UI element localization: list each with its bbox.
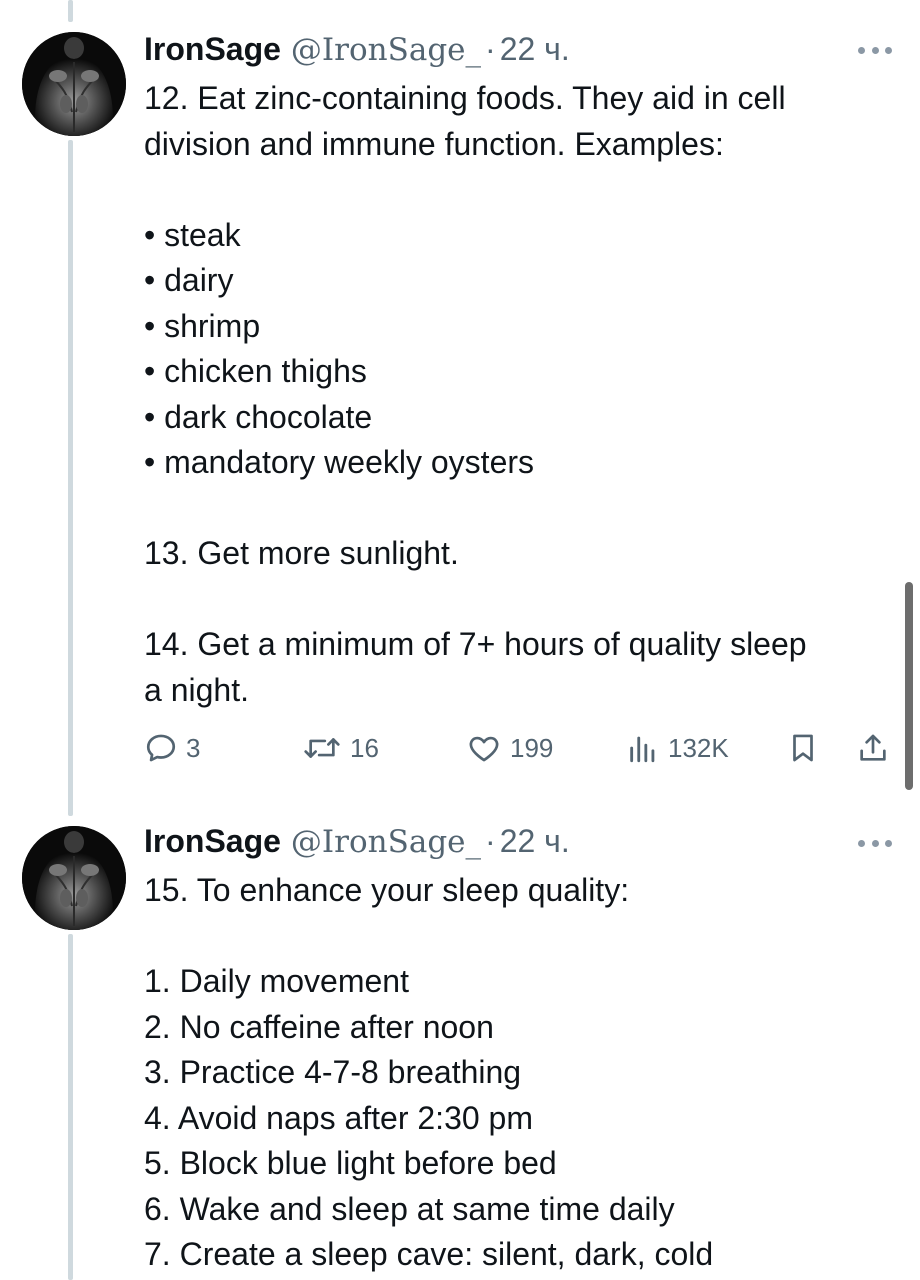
list-item: • steak [144, 216, 241, 253]
timestamp[interactable]: 22 ч. [500, 31, 570, 68]
text-line: 14. Get a minimum of 7+ hours of quality… [144, 626, 807, 662]
heart-icon [469, 736, 499, 762]
list-item: 5. Block blue light before bed [144, 1145, 557, 1181]
list-item: • shrimp [144, 307, 261, 344]
list-item: 4. Avoid naps after 2:30 pm [144, 1099, 533, 1136]
text-line: 15. To enhance your sleep quality: [144, 872, 630, 908]
tweet-text: 15. To enhance your sleep quality: 1. Da… [144, 868, 884, 1278]
retweet-count: 16 [350, 732, 379, 763]
list-item: • mandatory weekly oysters [144, 444, 535, 480]
tweet-actions: 3 16 199 132K [144, 726, 900, 770]
retweet-icon [304, 738, 340, 758]
reply-count: 3 [186, 732, 201, 763]
retweet-button[interactable]: 16 [302, 726, 379, 770]
views-chart-icon [630, 736, 655, 763]
avatar[interactable] [22, 32, 126, 136]
share-icon [860, 734, 886, 761]
thread-line-bottom [68, 934, 73, 1280]
muscular-back-photo-icon [22, 826, 126, 930]
list-item: 1. Daily movement [144, 963, 409, 999]
tweet-header: IronSage @IronSage_ · 22 ч. [144, 31, 570, 71]
list-item: 7. Create a sleep cave: silent, dark, co… [144, 1236, 714, 1272]
bookmark-icon [793, 734, 813, 762]
reply-button[interactable]: 3 [144, 726, 200, 770]
tweet-text: 12. Eat zinc-containing foods. They aid … [144, 76, 884, 713]
avatar[interactable] [22, 826, 126, 930]
list-item: 6. Wake and sleep at same time daily [144, 1190, 675, 1227]
views-count: 132K [668, 732, 729, 763]
text-blank-line [144, 486, 884, 532]
more-options-icon[interactable] [858, 838, 892, 848]
like-count: 199 [510, 732, 554, 763]
text-blank-line [144, 577, 884, 623]
text-blank-line [144, 914, 884, 960]
tweet-header: IronSage @IronSage_ · 22 ч. [144, 823, 570, 863]
text-line: a night. [144, 671, 249, 708]
text-line: division and immune function. Examples: [144, 125, 724, 162]
list-item: • dairy [144, 262, 234, 298]
thread-line-middle [68, 140, 73, 816]
more-options-icon[interactable] [858, 45, 892, 55]
text-line: 12. Eat zinc-containing foods. They aid … [144, 80, 786, 116]
bookmark-button[interactable] [786, 726, 820, 770]
scrollbar[interactable] [905, 582, 913, 790]
handle[interactable]: @IronSage_ [291, 824, 481, 860]
text-blank-line [144, 167, 884, 213]
display-name[interactable]: IronSage [144, 31, 281, 68]
timestamp[interactable]: 22 ч. [500, 823, 570, 860]
reply-icon [146, 734, 176, 762]
list-item: • chicken thighs [144, 353, 367, 389]
handle[interactable]: @IronSage_ [291, 32, 481, 68]
like-button[interactable]: 199 [466, 726, 553, 770]
list-item: 2. No caffeine after noon [144, 1008, 494, 1045]
text-line: 13. Get more sunlight. [144, 535, 459, 571]
list-item: 3. Practice 4-7-8 breathing [144, 1054, 522, 1090]
thread-line-top [68, 0, 73, 22]
separator: · [485, 31, 496, 67]
views-button[interactable]: 132K [626, 726, 729, 770]
list-item: • dark chocolate [144, 398, 373, 435]
muscular-back-photo-icon [22, 32, 126, 136]
share-button[interactable] [856, 726, 890, 770]
separator: · [485, 823, 496, 859]
display-name[interactable]: IronSage [144, 823, 281, 860]
